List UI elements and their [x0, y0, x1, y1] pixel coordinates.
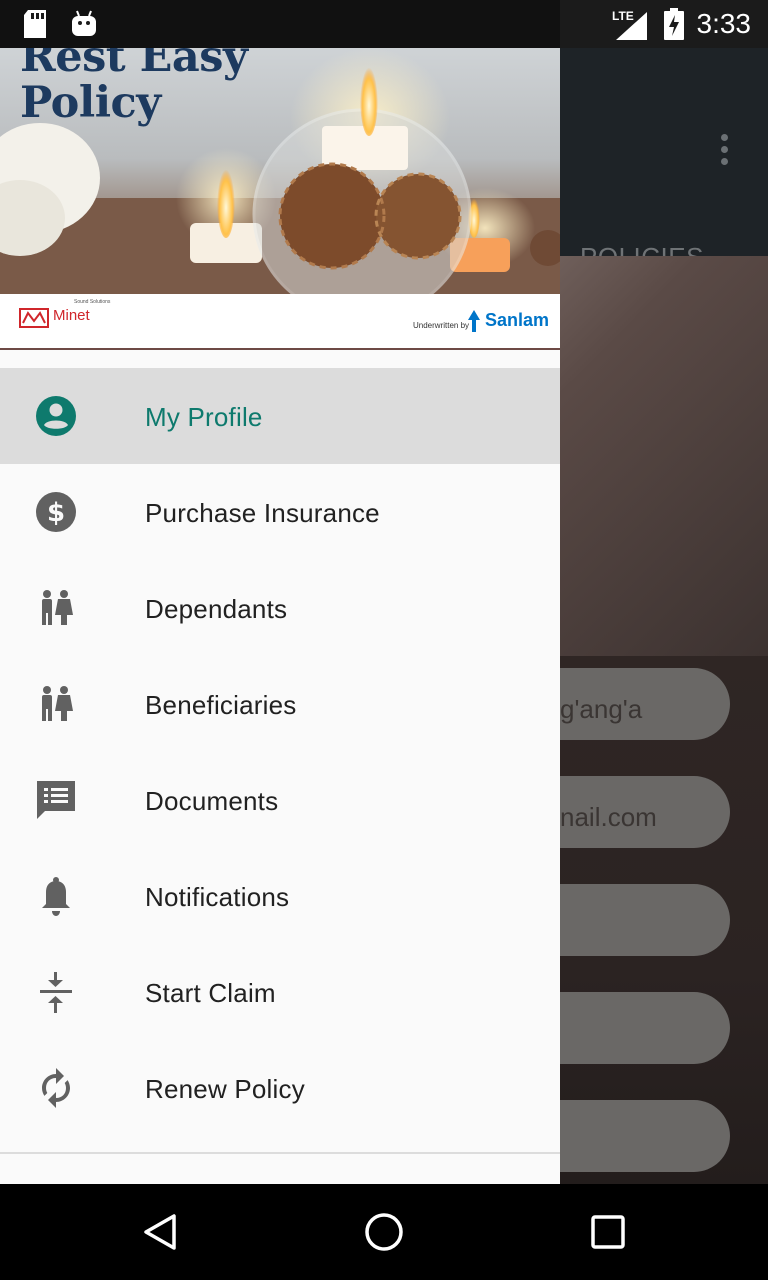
minet-name: Minet — [53, 307, 90, 324]
account-circle-icon — [36, 396, 76, 436]
menu-item-label: Beneficiaries — [145, 690, 297, 720]
brand-title: Rest Easy Policy — [20, 48, 248, 128]
recents-button[interactable] — [584, 1208, 632, 1256]
status-bar: LTE 3:33 — [0, 0, 768, 48]
dollar-circle-icon: $ — [36, 492, 76, 532]
background-field-name-text: g'ang'a — [560, 694, 643, 724]
drawer-menu: My Profile $ Purchase Insurance Dependan… — [0, 368, 560, 1136]
brand-title-line1: Rest Easy — [20, 48, 248, 82]
signal-icon — [616, 12, 647, 40]
menu-item-label: Notifications — [145, 882, 290, 912]
underwritten-by-label: Underwritten by — [413, 321, 470, 330]
navigation-drawer: Rest Easy Policy Sound Solutions Minet U… — [0, 48, 560, 1184]
menu-item-label: My Profile — [145, 402, 263, 432]
menu-item-renew-policy[interactable]: Renew Policy — [0, 1040, 560, 1136]
background-field-email-text: nail.com — [560, 802, 657, 832]
menu-item-purchase-insurance[interactable]: $ Purchase Insurance — [0, 464, 560, 560]
people-icon — [42, 590, 73, 625]
menu-item-label: Purchase Insurance — [145, 498, 380, 528]
sd-card-icon — [24, 10, 46, 38]
sync-icon — [42, 1068, 70, 1108]
home-button[interactable] — [360, 1208, 408, 1256]
sanlam-logo-icon — [468, 310, 480, 332]
menu-item-label: Documents — [145, 786, 279, 816]
menu-item-dependants[interactable]: Dependants — [0, 560, 560, 656]
menu-item-beneficiaries[interactable]: Beneficiaries — [0, 656, 560, 752]
sponsor-bar: Sound Solutions Minet Underwritten by Sa… — [0, 294, 560, 350]
menu-item-label: Renew Policy — [145, 1074, 305, 1104]
back-button[interactable] — [136, 1208, 184, 1256]
bell-icon — [42, 877, 70, 916]
android-debug-icon — [72, 10, 96, 36]
minet-logo-icon — [19, 308, 49, 328]
menu-item-label: Start Claim — [145, 978, 276, 1008]
brand-title-line2: Policy — [20, 78, 161, 128]
menu-item-notifications[interactable]: Notifications — [0, 848, 560, 944]
minet-tagline: Sound Solutions — [74, 299, 111, 305]
svg-text:$: $ — [47, 498, 65, 528]
sanlam-name: Sanlam — [485, 310, 550, 330]
system-navigation-bar — [0, 1184, 768, 1280]
list-comment-icon — [37, 781, 75, 819]
drawer-header-banner: Rest Easy Policy — [0, 48, 560, 294]
overflow-menu-icon — [716, 134, 732, 172]
menu-item-my-profile[interactable]: My Profile — [0, 368, 560, 464]
menu-item-start-claim[interactable]: Start Claim — [0, 944, 560, 1040]
menu-item-documents[interactable]: Documents — [0, 752, 560, 848]
people-icon — [42, 686, 73, 721]
compress-arrows-icon — [40, 972, 72, 1013]
menu-item-label: Dependants — [145, 594, 288, 624]
status-time: 3:33 — [696, 8, 752, 39]
battery-charging-icon — [664, 8, 684, 40]
drawer-divider — [0, 1152, 560, 1154]
